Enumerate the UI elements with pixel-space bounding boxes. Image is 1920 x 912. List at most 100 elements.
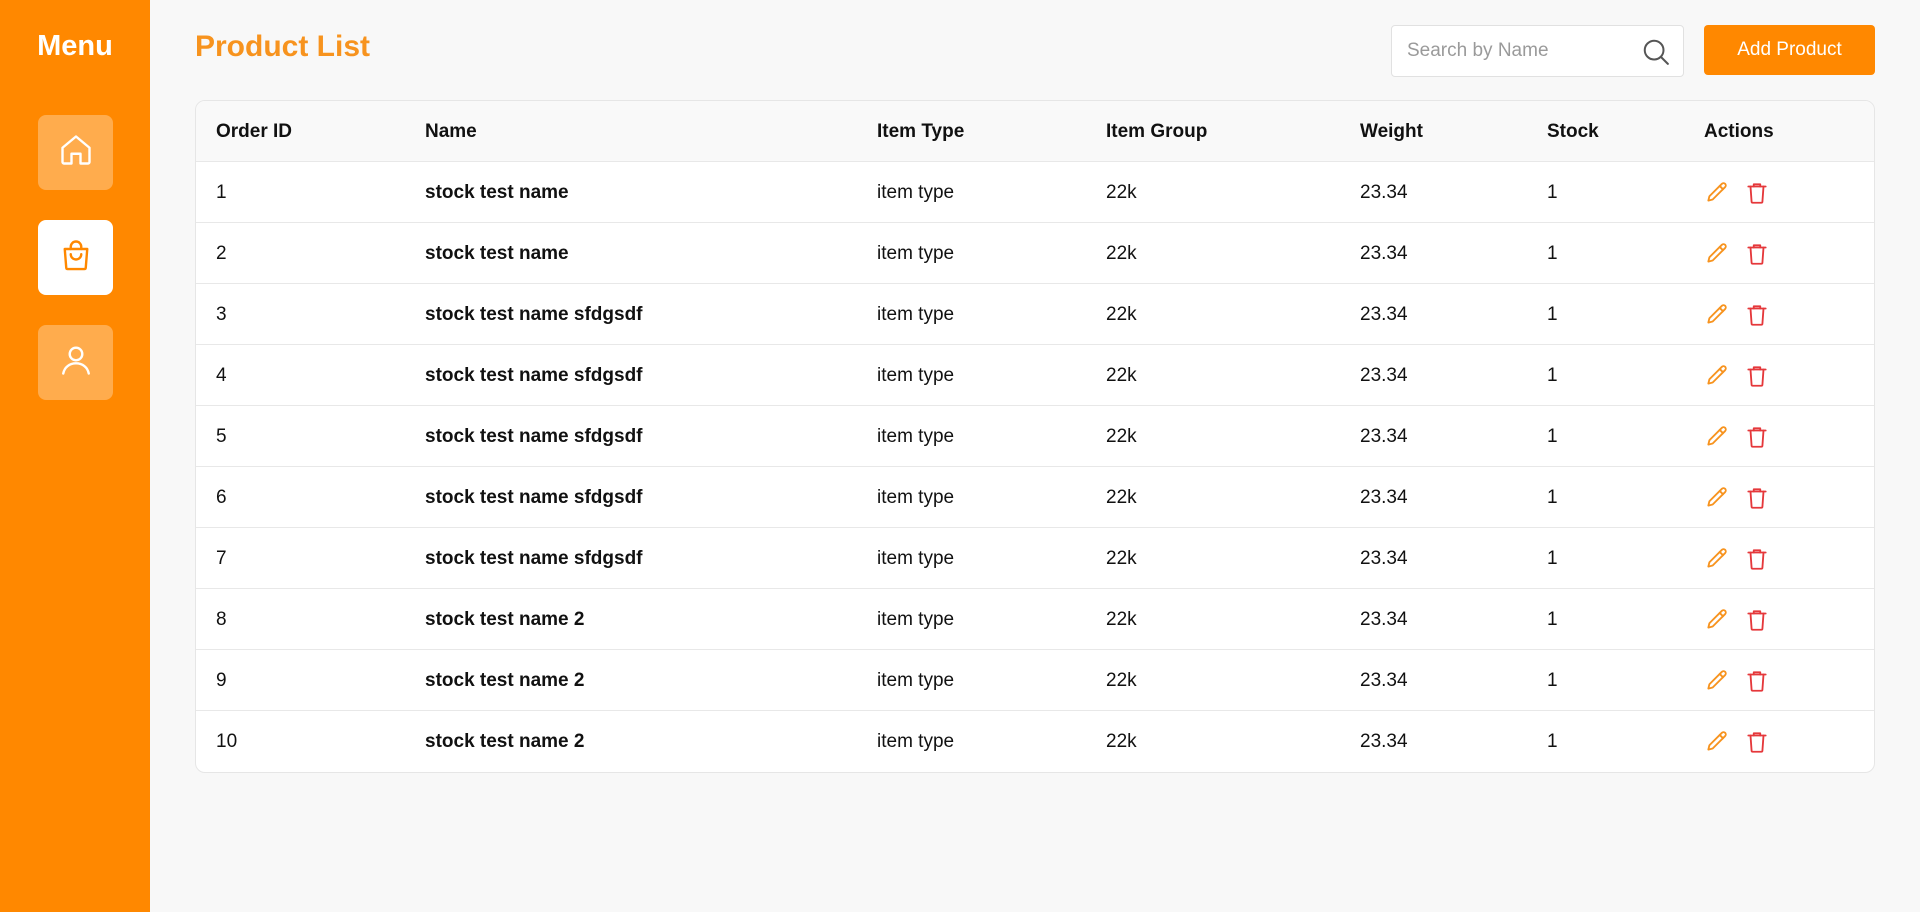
trash-icon[interactable] (1744, 241, 1770, 267)
cell-weight: 23.34 (1360, 730, 1408, 752)
edit-icon[interactable] (1704, 485, 1730, 511)
cell-actions (1704, 711, 1770, 772)
cell-stock: 1 (1547, 303, 1558, 325)
shopping-bag-icon (58, 237, 94, 278)
cell-item-type: item type (877, 425, 955, 447)
cell-weight: 23.34 (1360, 608, 1408, 630)
cell-item-group: 22k (1106, 425, 1137, 447)
search-icon[interactable] (1641, 37, 1671, 67)
cell-stock: 1 (1547, 730, 1558, 752)
edit-icon[interactable] (1704, 607, 1730, 633)
cell-order-id: 1 (216, 181, 227, 203)
cell-item-group: 22k (1106, 303, 1137, 325)
trash-icon[interactable] (1744, 363, 1770, 389)
cell-stock: 1 (1547, 425, 1558, 447)
trash-icon[interactable] (1744, 424, 1770, 450)
table-row: 5 stock test name sfdgsdf item type 22k 23.3… (196, 406, 1874, 467)
edit-icon[interactable] (1704, 424, 1730, 450)
cell-weight: 23.34 (1360, 547, 1408, 569)
edit-icon[interactable] (1704, 363, 1730, 389)
column-header-name: Name (425, 120, 477, 142)
cell-item-group: 22k (1106, 669, 1137, 691)
cell-order-id: 6 (216, 486, 227, 508)
cell-name: stock test name 2 (425, 608, 585, 630)
cell-stock: 1 (1547, 669, 1558, 691)
column-header-weight: Weight (1360, 120, 1423, 142)
edit-icon[interactable] (1704, 546, 1730, 572)
cell-item-type: item type (877, 669, 955, 691)
menu-title: Menu (37, 30, 113, 62)
cell-order-id: 7 (216, 547, 227, 569)
edit-icon[interactable] (1704, 241, 1730, 267)
cell-actions (1704, 528, 1770, 589)
edit-icon[interactable] (1704, 302, 1730, 328)
trash-icon[interactable] (1744, 180, 1770, 206)
cell-weight: 23.34 (1360, 669, 1408, 691)
cell-item-group: 22k (1106, 242, 1137, 264)
page-title: Product List (195, 30, 371, 63)
edit-icon[interactable] (1704, 729, 1730, 755)
user-icon (58, 342, 94, 383)
cell-actions (1704, 589, 1770, 650)
cell-weight: 23.34 (1360, 425, 1408, 447)
cell-actions (1704, 650, 1770, 711)
cell-name: stock test name sfdgsdf (425, 364, 643, 386)
trash-icon[interactable] (1744, 729, 1770, 755)
search-box (1391, 25, 1684, 77)
table-row: 7 stock test name sfdgsdf item type 22k 23.3… (196, 528, 1874, 589)
home-icon (58, 132, 94, 173)
trash-icon[interactable] (1744, 668, 1770, 694)
table-row: 3 stock test name sfdgsdf item type 22k 23.3… (196, 284, 1874, 345)
edit-icon[interactable] (1704, 668, 1730, 694)
cell-name: stock test name 2 (425, 730, 585, 752)
cell-name: stock test name sfdgsdf (425, 486, 643, 508)
cell-order-id: 3 (216, 303, 227, 325)
cell-order-id: 10 (216, 730, 238, 752)
cell-name: stock test name sfdgsdf (425, 303, 643, 325)
trash-icon[interactable] (1744, 607, 1770, 633)
cell-item-type: item type (877, 486, 955, 508)
nav-home-button[interactable] (38, 115, 113, 190)
table-row: 1 stock test name item type 22k 23.34 1 (196, 162, 1874, 223)
cell-actions (1704, 223, 1770, 284)
trash-icon[interactable] (1744, 546, 1770, 572)
edit-icon[interactable] (1704, 180, 1730, 206)
cell-name: stock test name sfdgsdf (425, 425, 643, 447)
cell-weight: 23.34 (1360, 364, 1408, 386)
cell-name: stock test name (425, 242, 569, 264)
cell-item-type: item type (877, 303, 955, 325)
cell-stock: 1 (1547, 608, 1558, 630)
cell-item-group: 22k (1106, 608, 1137, 630)
cell-weight: 23.34 (1360, 486, 1408, 508)
column-header-actions: Actions (1704, 120, 1774, 142)
cell-item-group: 22k (1106, 486, 1137, 508)
column-header-order-id: Order ID (216, 120, 293, 142)
nav-products-button[interactable] (38, 220, 113, 295)
cell-order-id: 2 (216, 242, 227, 264)
product-table: Order ID Name Item Type Item Group Weigh… (195, 100, 1875, 773)
cell-stock: 1 (1547, 181, 1558, 203)
table-row: 6 stock test name sfdgsdf item type 22k 23.3… (196, 467, 1874, 528)
cell-item-group: 22k (1106, 364, 1137, 386)
cell-name: stock test name sfdgsdf (425, 547, 643, 569)
column-header-stock: Stock (1547, 120, 1599, 142)
cell-weight: 23.34 (1360, 242, 1408, 264)
cell-name: stock test name 2 (425, 669, 585, 691)
cell-stock: 1 (1547, 547, 1558, 569)
trash-icon[interactable] (1744, 485, 1770, 511)
add-product-button[interactable]: Add Product (1704, 25, 1875, 75)
column-header-item-type: Item Type (877, 120, 965, 142)
trash-icon[interactable] (1744, 302, 1770, 328)
cell-item-type: item type (877, 242, 955, 264)
cell-order-id: 9 (216, 669, 227, 691)
nav-user-button[interactable] (38, 325, 113, 400)
cell-item-type: item type (877, 730, 955, 752)
cell-item-group: 22k (1106, 181, 1137, 203)
cell-item-type: item type (877, 364, 955, 386)
cell-actions (1704, 284, 1770, 345)
cell-weight: 23.34 (1360, 303, 1408, 325)
search-input[interactable] (1392, 26, 1632, 76)
cell-order-id: 8 (216, 608, 227, 630)
cell-weight: 23.34 (1360, 181, 1408, 203)
cell-item-type: item type (877, 608, 955, 630)
